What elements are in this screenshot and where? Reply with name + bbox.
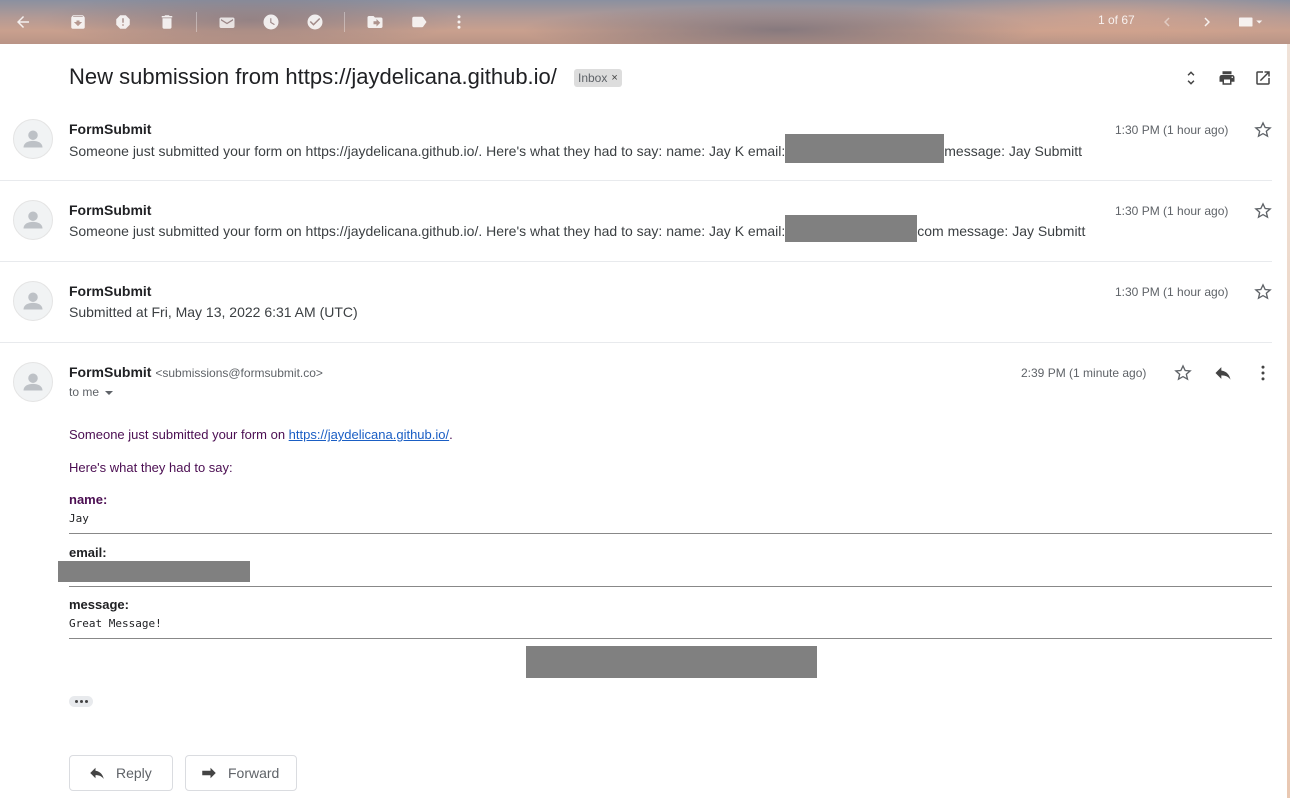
toolbar-background-cloud xyxy=(40,0,460,44)
site-link[interactable]: https://jaydelicana.github.io/ xyxy=(289,427,449,442)
redacted-block xyxy=(58,561,250,582)
older-icon[interactable] xyxy=(1195,10,1219,34)
move-to-icon[interactable] xyxy=(363,10,387,34)
redacted-block xyxy=(785,134,945,163)
forward-icon xyxy=(202,767,216,779)
expand-all-icon[interactable] xyxy=(1181,68,1201,88)
snippet-text: Someone just submitted your form on http… xyxy=(69,223,786,240)
pager-count: 1 of 67 xyxy=(1098,13,1135,27)
dot xyxy=(74,700,78,703)
toolbar: 1 of 67 xyxy=(0,0,1290,44)
divider xyxy=(69,638,1272,639)
message-snippet: Submitted at Fri, May 13, 2022 6:31 AM (… xyxy=(69,304,358,320)
divider xyxy=(69,586,1272,587)
message-snippet: Someone just submitted your form on http… xyxy=(69,134,1082,163)
snippet-text: com message: Jay Submitt xyxy=(917,223,1086,240)
open-message-sender: FormSubmit <submissions@formsubmit.co> xyxy=(69,364,323,380)
star-icon[interactable] xyxy=(1253,282,1273,302)
archive-icon[interactable] xyxy=(66,10,90,34)
sender-name: FormSubmit xyxy=(69,364,152,380)
redacted-block xyxy=(785,215,918,242)
chevron-down-icon xyxy=(105,390,114,395)
star-icon[interactable] xyxy=(1173,363,1193,383)
toolbar-divider xyxy=(344,12,345,32)
avatar xyxy=(13,281,53,321)
message-value: Great Message! xyxy=(69,617,162,630)
newer-icon[interactable] xyxy=(1155,10,1179,34)
message-time: 1:30 PM (1 hour ago) xyxy=(1115,285,1229,299)
collapsed-message[interactable]: FormSubmit Submitted at Fri, May 13, 202… xyxy=(0,262,1272,343)
print-icon[interactable] xyxy=(1217,68,1237,88)
collapsed-message[interactable]: FormSubmit Someone just submitted your f… xyxy=(0,181,1272,262)
dot xyxy=(84,700,88,703)
sender-name: FormSubmit xyxy=(69,202,152,218)
forward-button[interactable]: Forward xyxy=(185,755,297,791)
message-time: 1:30 PM (1 hour ago) xyxy=(1115,123,1229,137)
toolbar-divider xyxy=(196,12,197,32)
toolbar-background-cloud xyxy=(900,0,1290,44)
keyboard-icon[interactable] xyxy=(1234,10,1268,34)
recipient-text: to me xyxy=(69,385,100,399)
report-spam-icon[interactable] xyxy=(111,10,135,34)
avatar xyxy=(13,362,53,402)
message-time: 1:30 PM (1 hour ago) xyxy=(1115,204,1229,218)
show-trimmed-content-button[interactable] xyxy=(69,696,93,707)
intro-line-2: Here's what they had to say: xyxy=(69,460,233,475)
dot xyxy=(79,700,83,703)
delete-icon[interactable] xyxy=(155,10,179,34)
thread-subject: New submission from https://jaydelicana.… xyxy=(69,64,557,89)
star-icon[interactable] xyxy=(1253,120,1273,140)
reply-icon[interactable] xyxy=(1213,363,1233,383)
intro-text: Someone just submitted your form on xyxy=(69,427,289,442)
sender-email: <submissions@formsubmit.co> xyxy=(155,366,323,380)
mark-unread-icon[interactable] xyxy=(215,10,239,34)
recipient-details-toggle[interactable]: to me xyxy=(69,385,114,399)
forward-label: Forward xyxy=(228,765,280,781)
message-label: message: xyxy=(69,597,129,612)
intro-text: . xyxy=(449,427,453,442)
snippet-text: message: Jay Submitt xyxy=(944,143,1082,160)
intro-line: Someone just submitted your form on http… xyxy=(69,427,453,442)
divider xyxy=(69,533,1272,534)
more-icon[interactable] xyxy=(447,10,471,34)
reply-button[interactable]: Reply xyxy=(69,755,173,791)
remove-label-button[interactable]: × xyxy=(611,72,617,84)
sender-name: FormSubmit xyxy=(69,283,152,299)
avatar xyxy=(13,200,53,240)
email-label: email: xyxy=(69,545,107,560)
open-in-new-window-icon[interactable] xyxy=(1253,68,1273,88)
message-time: 2:39 PM (1 minute ago) xyxy=(1021,366,1147,380)
reply-icon xyxy=(90,767,104,779)
star-icon[interactable] xyxy=(1253,201,1273,221)
reply-label: Reply xyxy=(116,765,152,781)
back-arrow-icon[interactable] xyxy=(11,10,35,34)
snooze-icon[interactable] xyxy=(259,10,283,34)
snippet-text: Someone just submitted your form on http… xyxy=(69,143,786,160)
name-label: name: xyxy=(69,492,108,507)
inbox-label-badge: Inbox × xyxy=(574,69,622,87)
sender-name: FormSubmit xyxy=(69,121,152,137)
avatar xyxy=(13,119,53,159)
message-snippet: Someone just submitted your form on http… xyxy=(69,215,1086,242)
name-value: Jay xyxy=(69,512,89,525)
add-to-tasks-icon[interactable] xyxy=(303,10,327,34)
collapsed-message[interactable]: FormSubmit Someone just submitted your f… xyxy=(0,100,1272,181)
redacted-block xyxy=(526,646,817,678)
label-text: Inbox xyxy=(578,71,608,85)
label-icon[interactable] xyxy=(407,10,431,34)
more-options-icon[interactable] xyxy=(1253,363,1273,383)
